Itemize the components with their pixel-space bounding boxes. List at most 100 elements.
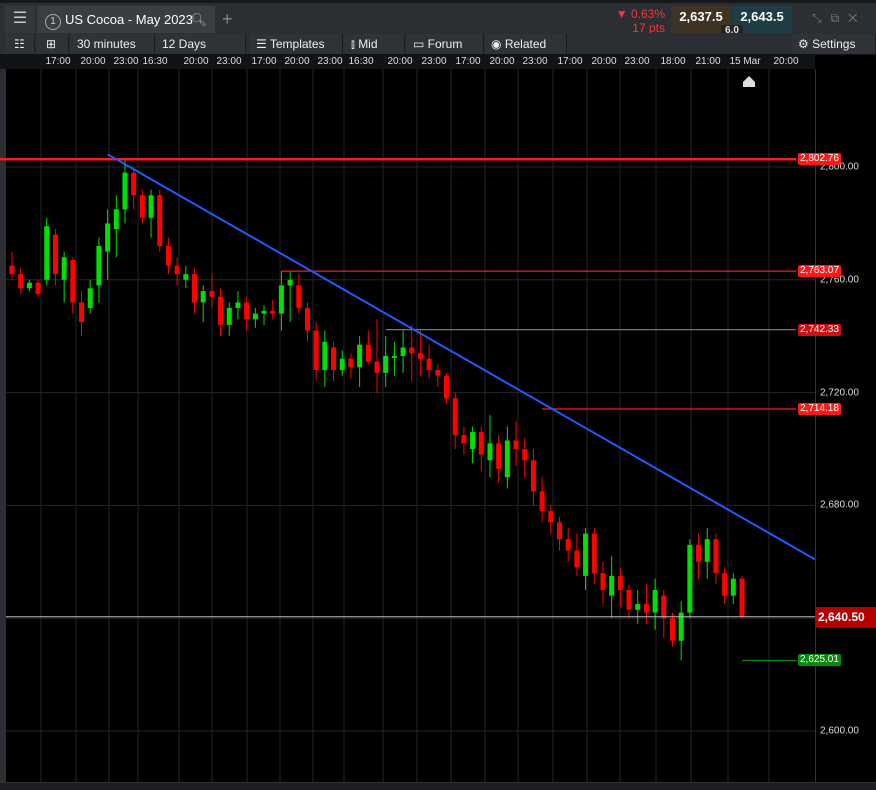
candle-body <box>96 245 102 286</box>
horizontal-scrollbar[interactable] <box>0 782 876 790</box>
hamburger-icon[interactable]: ☰ <box>5 6 35 33</box>
candle-body <box>574 550 580 568</box>
candle-body <box>383 355 389 373</box>
candle-body <box>79 302 85 323</box>
candlestick-chart[interactable] <box>0 69 815 782</box>
candle-body <box>504 440 510 478</box>
current-price-tag: 2,640.50 <box>815 606 876 627</box>
candle-body <box>192 274 197 303</box>
candle-body <box>565 539 571 551</box>
candle-body <box>600 573 606 590</box>
candle-body <box>635 604 641 610</box>
interval-dropdown[interactable]: 30 minutes <box>71 34 155 54</box>
candle-body <box>609 575 615 596</box>
level-price-tag[interactable]: 2,625.01 <box>798 654 841 667</box>
candle-body <box>409 347 415 354</box>
candle-body <box>61 257 67 280</box>
candle-body <box>183 274 189 280</box>
candle-body <box>435 370 441 376</box>
candle-body <box>617 575 623 590</box>
candle-body <box>426 358 432 371</box>
home-marker-icon <box>743 76 755 87</box>
candle-body <box>417 353 423 359</box>
candle-body <box>122 172 128 210</box>
forum-button[interactable]: ▭ Forum <box>407 34 484 54</box>
candle-body <box>304 308 310 331</box>
level-price-tag[interactable]: 2,742.33 <box>798 323 841 336</box>
candle-body <box>391 355 397 358</box>
candle-body <box>331 347 337 371</box>
candle-body <box>200 291 206 303</box>
range-dropdown[interactable]: 12 Days <box>156 34 246 54</box>
level-price-tag[interactable]: 2,714.18 <box>798 403 841 415</box>
time-tick-label: 23:00 <box>421 56 447 67</box>
time-tick-label: 20:00 <box>183 56 209 67</box>
candle-body <box>496 443 502 469</box>
settings-button[interactable]: ⚙ Settings <box>792 34 876 54</box>
time-tick-label: 17:00 <box>45 56 71 67</box>
candle-body <box>113 209 119 230</box>
trend-line <box>107 153 815 561</box>
candle-body <box>374 361 380 373</box>
candle-body <box>261 310 267 314</box>
eye-icon: ◉ <box>491 37 505 51</box>
candle-body <box>226 308 232 325</box>
time-tick-label: 17:00 <box>557 56 583 67</box>
change-percent: 0.63% <box>630 7 665 21</box>
candle-body <box>348 358 354 368</box>
candle-body <box>452 398 458 435</box>
candle-body <box>739 578 745 617</box>
candle-body <box>87 288 93 308</box>
candle-body <box>478 432 484 455</box>
candle-body <box>235 302 241 308</box>
popout-icon[interactable]: ⧉ <box>831 11 849 25</box>
time-tick-label: 15 Mar <box>729 56 761 67</box>
tab-number: 1 <box>45 14 61 30</box>
level-price-tag[interactable]: 2,763.07 <box>798 265 841 278</box>
candle-body <box>522 449 528 461</box>
candle-body <box>9 265 15 275</box>
candle-body <box>278 285 284 314</box>
add-tab-button[interactable]: + <box>222 6 233 33</box>
candle-body <box>687 544 693 613</box>
candle-body <box>704 539 710 562</box>
close-icon[interactable]: ✕ <box>848 11 866 25</box>
candle-body <box>357 344 363 368</box>
candle-body <box>470 432 476 449</box>
candle-body <box>661 595 667 619</box>
list-icon[interactable]: ☷ <box>5 34 35 54</box>
level-price-tag[interactable]: 2,802.76 <box>798 153 841 166</box>
candle-body <box>35 282 41 294</box>
related-button[interactable]: ◉ Related <box>485 34 567 54</box>
search-icon[interactable]: 🔍︎ <box>190 6 207 33</box>
instrument-tab[interactable]: 1 US Cocoa - May 2023 🔍︎ <box>37 6 215 33</box>
time-tick-label: 20:00 <box>773 56 799 67</box>
candle-body <box>487 443 493 461</box>
time-tick-label: 16:30 <box>142 56 168 67</box>
candle-body <box>131 172 137 196</box>
candle-body <box>530 460 536 492</box>
candle-body <box>730 578 736 596</box>
chat-icon: ▭ <box>413 37 428 51</box>
price-tick-label: 2,600.00 <box>820 725 859 737</box>
time-tick-label: 20:00 <box>387 56 413 67</box>
price-tick-label: 2,720.00 <box>820 387 859 399</box>
time-tick-label: 20:00 <box>489 56 515 67</box>
price-axis[interactable] <box>815 69 876 782</box>
price-type-button[interactable]: ⫾ Mid <box>345 34 405 54</box>
candle-body <box>322 341 328 371</box>
candle-body <box>652 590 658 613</box>
candle-body <box>252 313 258 320</box>
minimize-icon[interactable]: ⤡ <box>812 11 831 25</box>
candle-body <box>174 265 180 275</box>
candle-body <box>139 195 145 218</box>
candle-body <box>157 195 163 246</box>
candle-body <box>444 375 450 399</box>
templates-button[interactable]: ☰ Templates <box>250 34 343 54</box>
candle-body <box>313 330 319 371</box>
time-tick-label: 23:00 <box>216 56 242 67</box>
candle-body <box>461 434 467 444</box>
time-axis: 17:00 20:00 23:00 16:30 20:00 23:00 17:00 20:00… <box>0 55 815 69</box>
candle-body <box>44 226 50 280</box>
layout-icon[interactable]: ⊞ <box>37 34 69 54</box>
